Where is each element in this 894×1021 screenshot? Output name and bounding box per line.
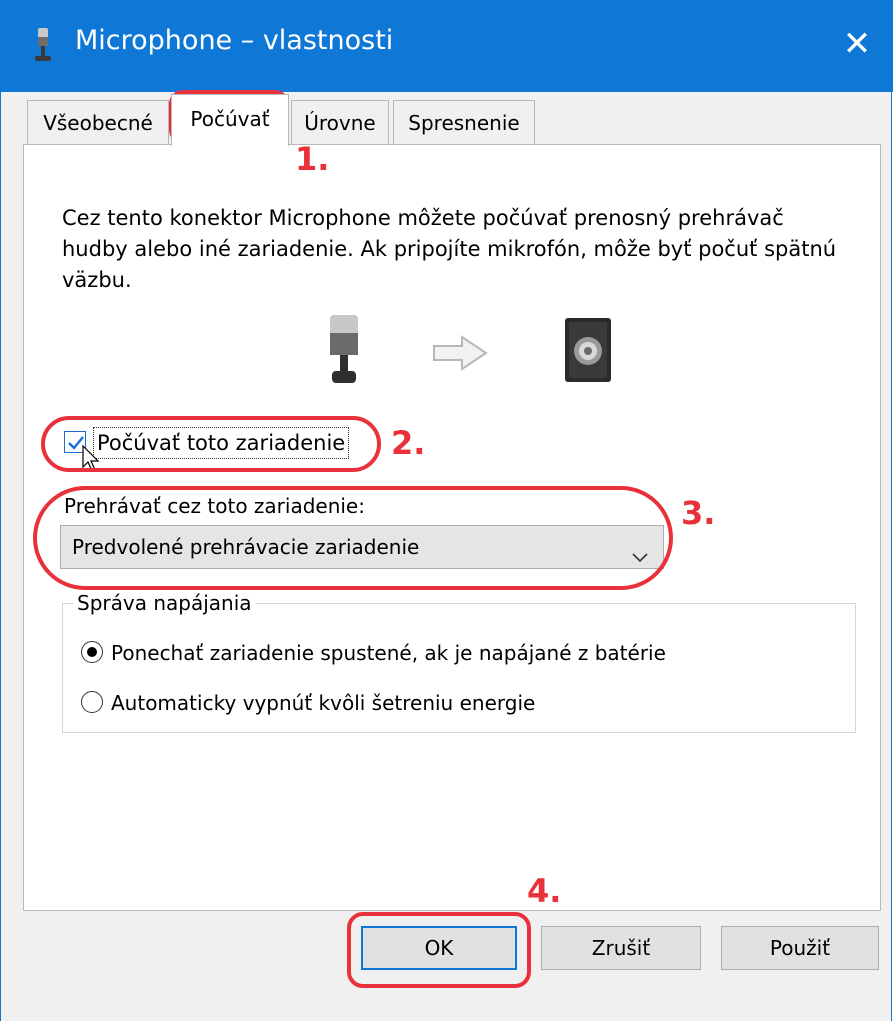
tab-general[interactable]: Všeobecné — [27, 100, 169, 144]
title-bar[interactable]: Microphone – vlastnosti ✕ — [1, 0, 893, 92]
radio-keep-running-label[interactable]: Ponechať zariadenie spustené, ak je napá… — [111, 638, 666, 668]
annotation-number-3: 3. — [681, 494, 716, 532]
device-illustration — [324, 315, 644, 395]
radio-button[interactable] — [81, 641, 103, 663]
power-management-group: Správa napájania Ponechať zariadenie spu… — [62, 588, 856, 733]
annotation-highlight-ok — [347, 912, 531, 988]
cancel-button[interactable]: Zrušiť — [541, 926, 701, 970]
properties-window: Microphone – vlastnosti ✕ Všeobecné Počú… — [0, 0, 893, 1021]
close-icon[interactable]: ✕ — [835, 22, 879, 66]
listen-description: Cez tento konektor Microphone môžete poč… — [62, 206, 837, 292]
power-group-title: Správa napájania — [73, 588, 256, 618]
annotation-highlight-checkbox — [41, 416, 381, 472]
apply-button[interactable]: Použiť — [721, 926, 879, 970]
annotation-number-4: 4. — [527, 872, 562, 910]
microphone-icon — [31, 28, 55, 62]
window-title: Microphone – vlastnosti — [75, 25, 394, 56]
annotation-number-2: 2. — [391, 424, 426, 462]
tab-levels[interactable]: Úrovne — [291, 100, 389, 144]
tab-advanced[interactable]: Spresnenie — [393, 100, 535, 144]
radio-button[interactable] — [81, 691, 103, 713]
tab-listen[interactable]: Počúvať — [171, 94, 289, 146]
microphone-icon — [324, 315, 364, 391]
arrow-right-icon — [432, 335, 488, 375]
speaker-icon — [564, 317, 612, 387]
annotation-highlight-dropdown — [33, 486, 673, 590]
radio-auto-off-label[interactable]: Automaticky vypnúť kvôli šetreniu energi… — [111, 688, 535, 718]
annotation-number-1: 1. — [295, 140, 330, 178]
